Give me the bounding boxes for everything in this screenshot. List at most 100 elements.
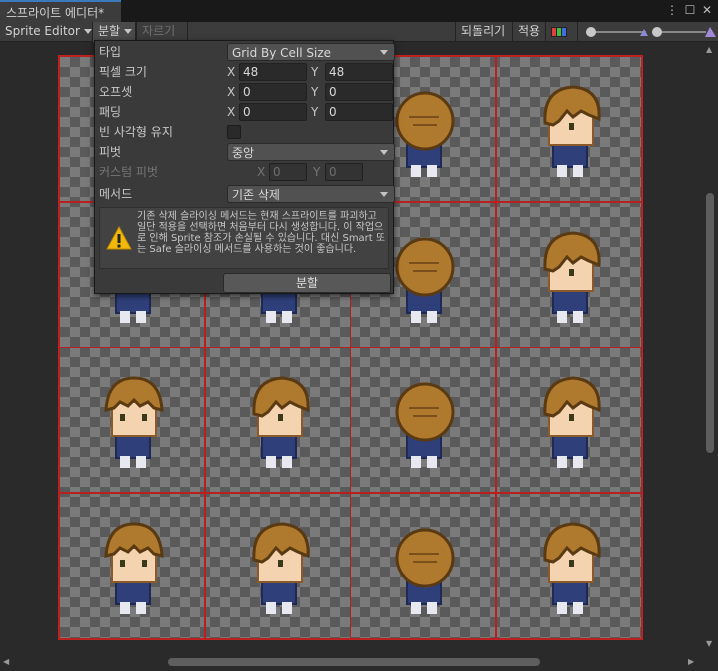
tab-sprite-editor[interactable]: 스프라이트 에디터* xyxy=(0,0,121,22)
trim-button[interactable]: 자르기 xyxy=(136,22,188,42)
warning-box: 기존 삭제 슬라이싱 메서드는 현재 스프라이트를 파괴하고 일단 적용을 선택… xyxy=(99,207,389,269)
offset-row: 오프셋 X 0 Y 0 xyxy=(99,83,395,101)
axis-y-label: Y xyxy=(311,105,319,119)
chevron-down-icon xyxy=(380,50,388,55)
axis-y-label: Y xyxy=(311,85,319,99)
pixel-size-y-field[interactable]: 48 xyxy=(325,63,393,81)
axis-x-label: X xyxy=(227,105,236,119)
mode-label: Sprite Editor xyxy=(5,24,80,38)
character-sprite xyxy=(104,521,164,614)
scroll-right-icon[interactable]: ▶ xyxy=(688,657,694,666)
offset-x-field[interactable]: 0 xyxy=(239,83,307,101)
padding-y-field[interactable]: 0 xyxy=(325,103,393,121)
pivot-label: 피벗 xyxy=(99,145,122,159)
character-sprite xyxy=(542,376,601,468)
sprite-cell[interactable] xyxy=(350,492,496,639)
offset-y-field[interactable]: 0 xyxy=(325,83,393,101)
character-sprite xyxy=(104,376,164,468)
pivot-value: 중앙 xyxy=(232,146,255,160)
mip-large-icon xyxy=(705,27,716,37)
type-row: 타입 Grid By Cell Size xyxy=(99,43,395,61)
mip-small-icon xyxy=(640,29,648,36)
keep-empty-checkbox[interactable] xyxy=(227,125,241,139)
axis-y-label: Y xyxy=(313,165,321,179)
horizontal-scrollbar[interactable]: ◀ ▶ xyxy=(0,653,718,671)
scroll-down-icon[interactable]: ▼ xyxy=(706,639,712,648)
window-titlebar: 스프라이트 에디터* ⋮ ☐ ✕ xyxy=(0,0,718,22)
type-label: 타입 xyxy=(99,45,122,59)
sprite-cell[interactable] xyxy=(204,347,351,493)
maximize-icon[interactable]: ☐ xyxy=(683,3,697,17)
mip-slider-handle[interactable] xyxy=(652,27,662,37)
character-sprite xyxy=(542,85,601,177)
character-sprite xyxy=(251,376,310,468)
sprite-cell[interactable] xyxy=(59,347,205,493)
sprite-cell[interactable] xyxy=(495,56,642,202)
custom-pivot-y-field[interactable]: 0 xyxy=(325,163,363,181)
sprite-cell[interactable] xyxy=(495,201,642,348)
padding-row: 패딩 X 0 Y 0 xyxy=(99,103,395,121)
keep-empty-label: 빈 사각형 유지 xyxy=(99,125,173,139)
custom-pivot-x-field[interactable]: 0 xyxy=(269,163,307,181)
sprite-cell[interactable] xyxy=(59,492,205,639)
axis-x-label: X xyxy=(227,85,236,99)
pixel-size-row: 픽셀 크기 X 48 Y 48 xyxy=(99,63,395,81)
revert-label: 되돌리기 xyxy=(461,24,506,38)
trim-label: 자르기 xyxy=(142,24,176,38)
warning-icon xyxy=(106,226,132,250)
type-value: Grid By Cell Size xyxy=(232,46,332,60)
offset-label: 오프셋 xyxy=(99,85,133,99)
zoom-slider-handle[interactable] xyxy=(586,27,596,37)
character-sprite xyxy=(542,230,601,323)
sprite-cell[interactable] xyxy=(204,492,351,639)
padding-label: 패딩 xyxy=(99,105,122,119)
sprite-cell[interactable] xyxy=(495,347,642,493)
vertical-scroll-thumb[interactable] xyxy=(706,193,714,453)
apply-button[interactable]: 적용 xyxy=(513,22,546,42)
method-select[interactable]: 기존 삭제 xyxy=(227,185,395,203)
close-icon[interactable]: ✕ xyxy=(700,3,714,17)
tab-title: 스프라이트 에디터* xyxy=(6,6,105,20)
vertical-scrollbar[interactable]: ▲ ▼ xyxy=(702,43,718,653)
keep-empty-row: 빈 사각형 유지 xyxy=(99,123,395,141)
rgb-channel-icon xyxy=(551,27,567,37)
slice-dropdown[interactable]: 분할 xyxy=(93,22,136,42)
horizontal-scroll-thumb[interactable] xyxy=(168,658,540,666)
slice-popup: 타입 Grid By Cell Size 픽셀 크기 X 48 Y 48 오프셋… xyxy=(94,40,395,294)
chevron-down-icon xyxy=(83,29,92,34)
slice-button[interactable]: 분할 xyxy=(223,273,391,293)
custom-pivot-label: 커스텀 피벗 xyxy=(99,165,159,179)
scroll-left-icon[interactable]: ◀ xyxy=(3,657,9,666)
character-sprite xyxy=(542,521,601,614)
sprite-cell[interactable] xyxy=(495,492,642,639)
character-sprite xyxy=(395,382,455,468)
warning-text: 기존 삭제 슬라이싱 메서드는 현재 스프라이트를 파괴하고 일단 적용을 선택… xyxy=(137,211,386,255)
character-sprite xyxy=(395,528,455,614)
revert-button[interactable]: 되돌리기 xyxy=(455,22,513,42)
method-row: 메서드 기존 삭제 xyxy=(99,185,395,203)
chevron-down-icon xyxy=(124,29,133,34)
padding-x-field[interactable]: 0 xyxy=(239,103,307,121)
sprite-cell[interactable] xyxy=(350,347,496,493)
sprite-editor-toolbar: Sprite Editor 분할 자르기 되돌리기 적용 xyxy=(0,22,718,42)
axis-x-label: X xyxy=(227,65,236,79)
slice-label: 분할 xyxy=(98,24,121,38)
custom-pivot-row: 커스텀 피벗 X 0 Y 0 xyxy=(99,163,395,181)
method-value: 기존 삭제 xyxy=(232,188,280,202)
character-sprite xyxy=(251,521,310,614)
mode-dropdown[interactable]: Sprite Editor xyxy=(0,22,93,42)
pivot-select[interactable]: 중앙 xyxy=(227,143,395,161)
apply-label: 적용 xyxy=(518,24,541,38)
axis-y-label: Y xyxy=(311,65,319,79)
chevron-down-icon xyxy=(380,150,388,155)
type-select[interactable]: Grid By Cell Size xyxy=(227,43,395,61)
pixel-size-label: 픽셀 크기 xyxy=(99,65,147,79)
pivot-row: 피벗 중앙 xyxy=(99,143,395,161)
method-label: 메서드 xyxy=(99,187,133,201)
scroll-up-icon[interactable]: ▲ xyxy=(706,45,712,54)
chevron-down-icon xyxy=(380,192,388,197)
color-channel-toggle[interactable] xyxy=(546,22,578,42)
axis-x-label: X xyxy=(257,165,266,179)
kebab-menu-icon[interactable]: ⋮ xyxy=(665,3,679,17)
pixel-size-x-field[interactable]: 48 xyxy=(239,63,307,81)
